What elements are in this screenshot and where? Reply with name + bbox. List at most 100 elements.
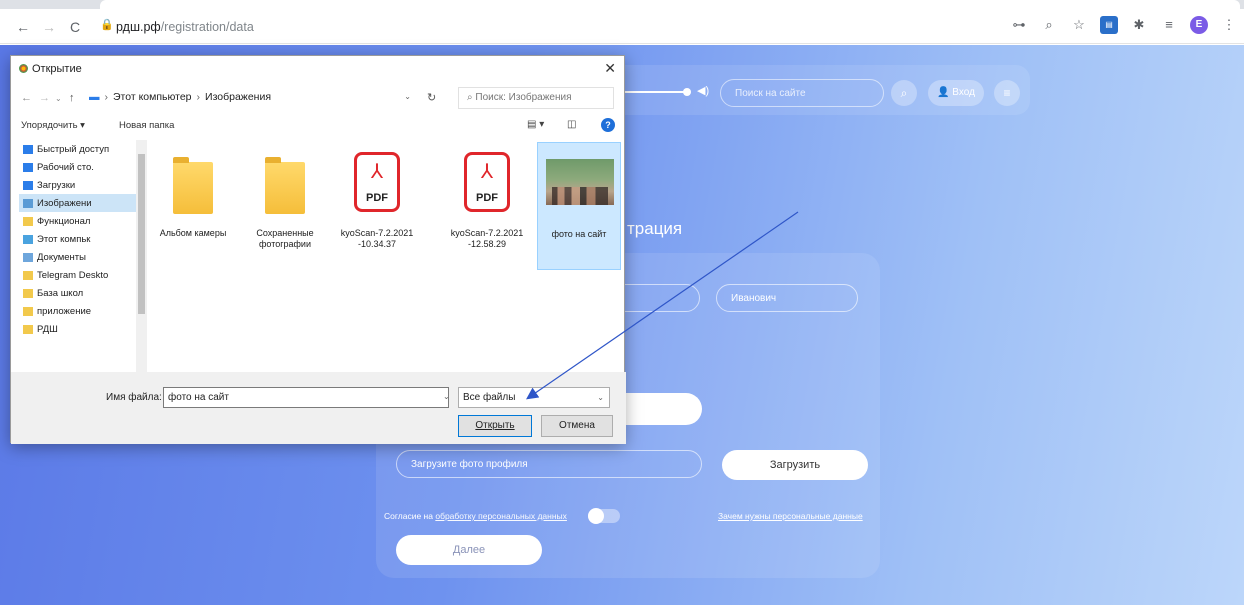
file-item[interactable]: фото на сайт [537, 142, 621, 270]
sidebar-item[interactable]: Этот компьк [19, 230, 147, 248]
help-icon[interactable]: ? [601, 118, 615, 132]
sidebar-item[interactable]: приложение [19, 302, 147, 320]
file-name: Альбом камеры [159, 228, 227, 238]
sidebar-item[interactable]: Быстрый доступ [19, 140, 147, 158]
view-options-icon[interactable]: ▤ ▾ [527, 119, 544, 130]
filename-dropdown-icon[interactable]: ⌄ [443, 392, 450, 401]
sidebar-item[interactable]: РДШ [19, 320, 147, 338]
chrome-icon [19, 64, 28, 73]
filetype-select[interactable]: Все файлы ⌄ [458, 387, 610, 408]
up-icon[interactable]: ↑ [69, 92, 75, 104]
new-folder-button[interactable]: Новая папка [119, 120, 174, 131]
folder-icon [23, 288, 33, 298]
puzzle-icon[interactable]: ✱ [1130, 16, 1148, 34]
active-tab[interactable] [100, 0, 1240, 9]
cancel-button[interactable]: Отмена [541, 415, 613, 437]
reload-button[interactable]: C [66, 18, 84, 36]
search-icon[interactable]: ⌕ [891, 80, 917, 106]
preview-pane-icon[interactable]: ◫ [567, 119, 576, 130]
file-item[interactable]: Сохраненные фотографии [243, 142, 327, 270]
file-item[interactable]: ⅄ PDF kyoScan-7.2.2021 -12.58.29 [445, 142, 529, 270]
sidebar-item[interactable]: База школ [19, 284, 147, 302]
acrobat-icon: ⅄ [480, 161, 494, 183]
url-domain: рдш.рф [116, 20, 161, 34]
sidebar-item-label: приложение [37, 305, 92, 317]
sidebar-item-label: Этот компьк [37, 233, 91, 245]
acrobat-icon: ⅄ [370, 161, 384, 183]
folder-icon [23, 216, 33, 226]
address-bar[interactable]: 🔒 рдш.рф/registration/data [94, 13, 1014, 41]
organize-button[interactable]: Упорядочить ▾ [21, 120, 85, 131]
breadcrumb-pictures[interactable]: Изображения [205, 91, 271, 103]
forward-icon[interactable]: → [39, 92, 50, 104]
open-file-dialog: Открытие ✕ ← → ⌄ ↑ ▬ › Этот компьютер › Изоб… [10, 55, 626, 444]
dialog-search-input[interactable]: ⌕ Поиск: Изображения [458, 87, 614, 109]
desktop-icon [23, 162, 33, 172]
image-thumbnail [546, 159, 614, 205]
site-search-input[interactable]: Поиск на сайте [720, 79, 884, 107]
upload-button[interactable]: Загрузить [722, 450, 868, 480]
breadcrumb-computer[interactable]: Этот компьютер [113, 91, 192, 103]
consent-link[interactable]: обработку персональных данных [435, 511, 567, 521]
open-button[interactable]: Открыть [458, 415, 532, 437]
navigation-scrollbar[interactable] [136, 140, 147, 372]
filename-input[interactable]: фото на сайт [163, 387, 449, 408]
file-name: Сохраненные фотографии [256, 228, 314, 249]
back-icon[interactable]: ← [21, 92, 32, 104]
extension-icon[interactable]: ▤ [1100, 16, 1118, 34]
sidebar-item[interactable]: Функционал [19, 212, 147, 230]
close-icon[interactable]: ✕ [604, 60, 616, 77]
volume-slider[interactable] [620, 88, 691, 96]
sound-icon[interactable]: ◀) [697, 84, 709, 97]
star-icon[interactable]: ☆ [1070, 16, 1088, 34]
folder-icon [173, 157, 213, 214]
sidebar-item[interactable]: Загрузки [19, 176, 147, 194]
folder-icon [23, 306, 33, 316]
menu-icon[interactable]: ⋮ [1220, 16, 1238, 34]
zoom-icon[interactable]: ⌕ [1040, 16, 1058, 34]
refresh-icon[interactable]: ↻ [427, 91, 436, 104]
key-icon[interactable]: ⊶ [1010, 16, 1028, 34]
recent-locations-icon[interactable]: ⌄ [55, 94, 62, 103]
address-box[interactable]: ▬ › Этот компьютер › Изображения ⌄ [89, 87, 419, 109]
download-icon [23, 180, 33, 190]
pdf-label: PDF [476, 192, 498, 204]
sidebar-item-label: Функционал [37, 215, 91, 227]
sidebar-item-label: Telegram Deskto [37, 269, 109, 281]
profile-icon[interactable]: E [1190, 16, 1208, 34]
folder-icon [265, 157, 305, 214]
login-button[interactable]: 👤 Вход [928, 80, 984, 106]
login-label: Вход [952, 87, 975, 98]
pdf-icon: ⅄ PDF [354, 152, 400, 212]
navigation-pane: Быстрый доступ Рабочий сто. Загрузки Изобра… [19, 140, 147, 372]
sidebar-item-label: Загрузки [37, 179, 76, 191]
file-item[interactable]: ⅄ PDF kyoScan-7.2.2021 -10.34.37 [335, 142, 419, 270]
patronymic-field[interactable]: Иванович [716, 284, 858, 312]
sidebar-item[interactable]: Изображени [19, 194, 147, 212]
page-title: трация [627, 219, 683, 238]
tab-strip [0, 0, 1244, 9]
sidebar-item-label: РДШ [37, 323, 58, 335]
file-name: kyoScan-7.2.2021 -10.34.37 [340, 228, 414, 249]
sidebar-item[interactable]: Рабочий сто. [19, 158, 147, 176]
why-personal-data-link[interactable]: Зачем нужны персональные данные [718, 511, 863, 521]
sidebar-item-label: База школ [37, 287, 84, 299]
star-icon [23, 144, 33, 154]
consent-toggle[interactable] [588, 508, 620, 524]
address-dropdown-icon[interactable]: ⌄ [404, 92, 411, 101]
documents-icon [23, 252, 33, 262]
sidebar-item[interactable]: Документы [19, 248, 147, 266]
forward-button[interactable]: → [40, 18, 58, 36]
next-button[interactable]: Далее [396, 535, 542, 565]
browser-chrome: ← → C 🔒 рдш.рф/registration/data ⊶ ⌕ ☆ ▤… [0, 0, 1244, 44]
sidebar-item-label: Быстрый доступ [37, 143, 110, 155]
dialog-title: Открытие [19, 63, 82, 75]
file-name: фото на сайт [551, 229, 607, 239]
upload-photo-field[interactable]: Загрузите фото профиля [396, 450, 702, 478]
file-list: Альбом камеры Сохраненные фотографии ⅄ PDF k… [151, 142, 621, 372]
hamburger-menu-icon[interactable]: ≡ [994, 80, 1020, 106]
back-button[interactable]: ← [14, 18, 32, 36]
reading-list-icon[interactable]: ≡ [1160, 16, 1178, 34]
file-item[interactable]: Альбом камеры [151, 142, 235, 270]
sidebar-item[interactable]: Telegram Deskto [19, 266, 147, 284]
